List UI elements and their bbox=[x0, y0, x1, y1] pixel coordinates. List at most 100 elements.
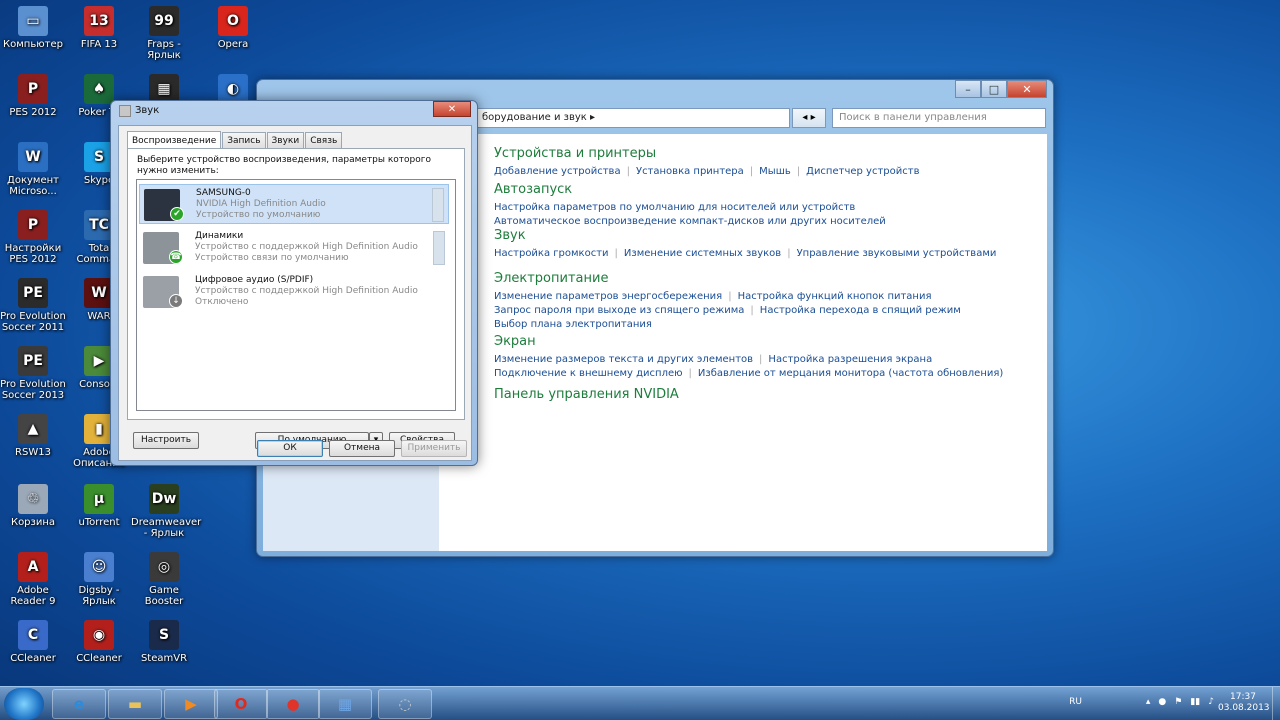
link-row: Запрос пароля при выходе из спящего режи… bbox=[494, 304, 961, 318]
desktop-icon-label: Компьютер bbox=[3, 39, 63, 50]
taskbar-media-player-icon[interactable]: ▶ bbox=[164, 689, 218, 719]
device-list[interactable]: ✔ SAMSUNG-0 NVIDIA High Definition Audio Ус… bbox=[136, 179, 456, 411]
tray-icon[interactable]: ♪ bbox=[1208, 697, 1214, 707]
dialog-panel: Воспроизведение Запись Звуки Связь Выбер… bbox=[118, 125, 472, 461]
device-driver: Устройство с поддержкой High Definition … bbox=[195, 286, 418, 296]
category-link[interactable]: Настройка громкости bbox=[494, 248, 609, 259]
playback-device[interactable]: ☎ Динамики Устройство с поддержкой High De… bbox=[139, 228, 449, 268]
category-title[interactable]: Электропитание bbox=[494, 271, 961, 286]
desktop-icon[interactable]: S SteamVR bbox=[131, 620, 197, 664]
desktop-icon[interactable]: ◎ Game Booster bbox=[131, 552, 197, 607]
device-status: Устройство связи по умолчанию bbox=[195, 253, 349, 263]
category-link[interactable]: Настройка перехода в спящий режим bbox=[760, 305, 961, 316]
desktop-icon[interactable]: μ uTorrent bbox=[66, 484, 132, 528]
category-link[interactable]: Изменение параметров энергосбережения bbox=[494, 291, 722, 302]
category-link[interactable]: Установка принтера bbox=[636, 166, 744, 177]
language-indicator[interactable]: RU bbox=[1069, 697, 1082, 707]
category-link[interactable]: Автоматическое воспроизведение компакт-д… bbox=[494, 216, 886, 227]
desktop-icon[interactable]: C CCleaner bbox=[0, 620, 66, 664]
desktop-icon[interactable]: O Opera bbox=[200, 6, 266, 50]
tab-playback[interactable]: Воспроизведение bbox=[127, 131, 222, 149]
category-title[interactable]: Звук bbox=[494, 228, 996, 243]
category-link[interactable]: Подключение к внешнему дисплею bbox=[494, 368, 683, 379]
ok-button[interactable]: ОК bbox=[257, 440, 323, 457]
playback-device[interactable]: ↓ Цифровое аудио (S/PDIF) Устройство с под… bbox=[139, 272, 449, 312]
desktop-icon[interactable]: 99 Fraps - Ярлык bbox=[131, 6, 197, 61]
category-link[interactable]: Диспетчер устройств bbox=[806, 166, 919, 177]
tray-icon[interactable]: ● bbox=[1158, 697, 1166, 707]
taskbar-opera-icon[interactable]: O bbox=[214, 689, 268, 719]
desktop-icon[interactable]: A Adobe Reader 9 bbox=[0, 552, 66, 607]
desktop-icon[interactable]: PE Pro Evolution Soccer 2011 bbox=[0, 278, 66, 333]
clock[interactable]: 17:37 03.08.2013 bbox=[1218, 692, 1270, 714]
taskbar-record-icon[interactable]: ● bbox=[266, 689, 320, 719]
taskbar-ie-icon[interactable]: e bbox=[52, 689, 106, 719]
category-link[interactable]: Настройка разрешения экрана bbox=[768, 354, 932, 365]
tray-icon[interactable]: ⚑ bbox=[1174, 697, 1182, 707]
app-icon: A bbox=[18, 552, 48, 582]
tray-icon[interactable]: ▴ bbox=[1146, 697, 1151, 707]
desktop-icon[interactable]: 13 FIFA 13 bbox=[66, 6, 132, 50]
desktop-icon[interactable]: ☺ Digsby - Ярлык bbox=[66, 552, 132, 607]
category-link[interactable]: Выбор плана электропитания bbox=[494, 319, 652, 330]
clock-time: 17:37 bbox=[1230, 692, 1256, 702]
category-link[interactable]: Запрос пароля при выходе из спящего режи… bbox=[494, 305, 744, 316]
dialog-title: Звук bbox=[135, 105, 160, 116]
cancel-button[interactable]: Отмена bbox=[329, 440, 395, 457]
category-title[interactable]: Экран bbox=[494, 334, 1003, 349]
desktop-icon[interactable]: PE Pro Evolution Soccer 2013 bbox=[0, 346, 66, 401]
taskbar-sound-icon[interactable]: ◌ bbox=[378, 689, 432, 719]
configure-button[interactable]: Настроить bbox=[133, 432, 199, 449]
app-icon: C bbox=[18, 620, 48, 650]
category-link[interactable]: Избавление от мерцания монитора (частота… bbox=[698, 368, 1003, 379]
link-row: Изменение размеров текста и других элеме… bbox=[494, 353, 1003, 367]
app-icon: PE bbox=[18, 346, 48, 376]
minimize-button[interactable]: – bbox=[955, 80, 981, 98]
category-section: Автозапуск Настройка параметров по умолча… bbox=[494, 182, 886, 229]
device-name: Динамики bbox=[195, 231, 244, 241]
link-row: Автоматическое воспроизведение компакт-д… bbox=[494, 215, 886, 229]
category-link[interactable]: Мышь bbox=[759, 166, 791, 177]
desktop-icon[interactable]: P PES 2012 bbox=[0, 74, 66, 118]
category-title[interactable]: Панель управления NVIDIA bbox=[494, 387, 679, 402]
dialog-close-button[interactable]: ✕ bbox=[433, 101, 471, 117]
desktop-icon[interactable]: W Документ Microso... bbox=[0, 142, 66, 197]
desktop-icon[interactable]: Dw Dreamweaver - Ярлык bbox=[131, 484, 201, 539]
sound-dialog: Звук ✕ Воспроизведение Запись Звуки Связ… bbox=[110, 100, 478, 466]
category-section: Звук Настройка громкости | Изменение систем… bbox=[494, 228, 996, 261]
desktop-icon[interactable]: P Настройки PES 2012 bbox=[0, 210, 66, 265]
category-link[interactable]: Изменение системных звуков bbox=[624, 248, 781, 259]
desktop-icon[interactable]: ◉ CCleaner bbox=[66, 620, 132, 664]
desktop-icon-label: Adobe Reader 9 bbox=[10, 585, 56, 607]
taskbar-explorer-icon[interactable]: ▬ bbox=[108, 689, 162, 719]
address-bar[interactable]: борудование и звук ▸ bbox=[475, 108, 790, 128]
volume-meter bbox=[432, 188, 444, 222]
desktop-icon[interactable]: ▲ RSW13 bbox=[0, 414, 66, 458]
apply-button[interactable]: Применить bbox=[401, 440, 467, 457]
volume-meter bbox=[433, 231, 445, 265]
desktop-icon-label: PES 2012 bbox=[9, 107, 57, 118]
desktop-icon[interactable]: ♲ Корзина bbox=[0, 484, 66, 528]
device-status: Отключено bbox=[195, 297, 249, 307]
category-title[interactable]: Автозапуск bbox=[494, 182, 886, 197]
app-icon: ♠ bbox=[84, 74, 114, 104]
close-button[interactable]: ✕ bbox=[1007, 80, 1047, 98]
show-desktop-button[interactable] bbox=[1272, 687, 1280, 720]
taskbar-control-panel-icon[interactable]: ▦ bbox=[318, 689, 372, 719]
category-link[interactable]: Изменение размеров текста и других элеме… bbox=[494, 354, 753, 365]
search-input[interactable]: Поиск в панели управления bbox=[832, 108, 1046, 128]
maximize-button[interactable]: □ bbox=[981, 80, 1007, 98]
app-icon: ♲ bbox=[18, 484, 48, 514]
category-link[interactable]: Настройка параметров по умолчанию для но… bbox=[494, 202, 855, 213]
desktop-icon[interactable]: ▭ Компьютер bbox=[0, 6, 66, 50]
desktop-icon-label: Документ Microso... bbox=[7, 175, 59, 197]
start-button[interactable] bbox=[4, 688, 44, 720]
tray-icon[interactable]: ▮▮ bbox=[1190, 697, 1200, 707]
refresh-button[interactable]: ◂ ▸ bbox=[792, 108, 826, 128]
playback-device[interactable]: ✔ SAMSUNG-0 NVIDIA High Definition Audio Ус… bbox=[139, 184, 449, 224]
category-link[interactable]: Управление звуковыми устройствами bbox=[797, 248, 997, 259]
device-name: SAMSUNG-0 bbox=[196, 188, 251, 198]
category-title[interactable]: Устройства и принтеры bbox=[494, 146, 919, 161]
category-link[interactable]: Настройка функций кнопок питания bbox=[738, 291, 932, 302]
category-link[interactable]: Добавление устройства bbox=[494, 166, 621, 177]
